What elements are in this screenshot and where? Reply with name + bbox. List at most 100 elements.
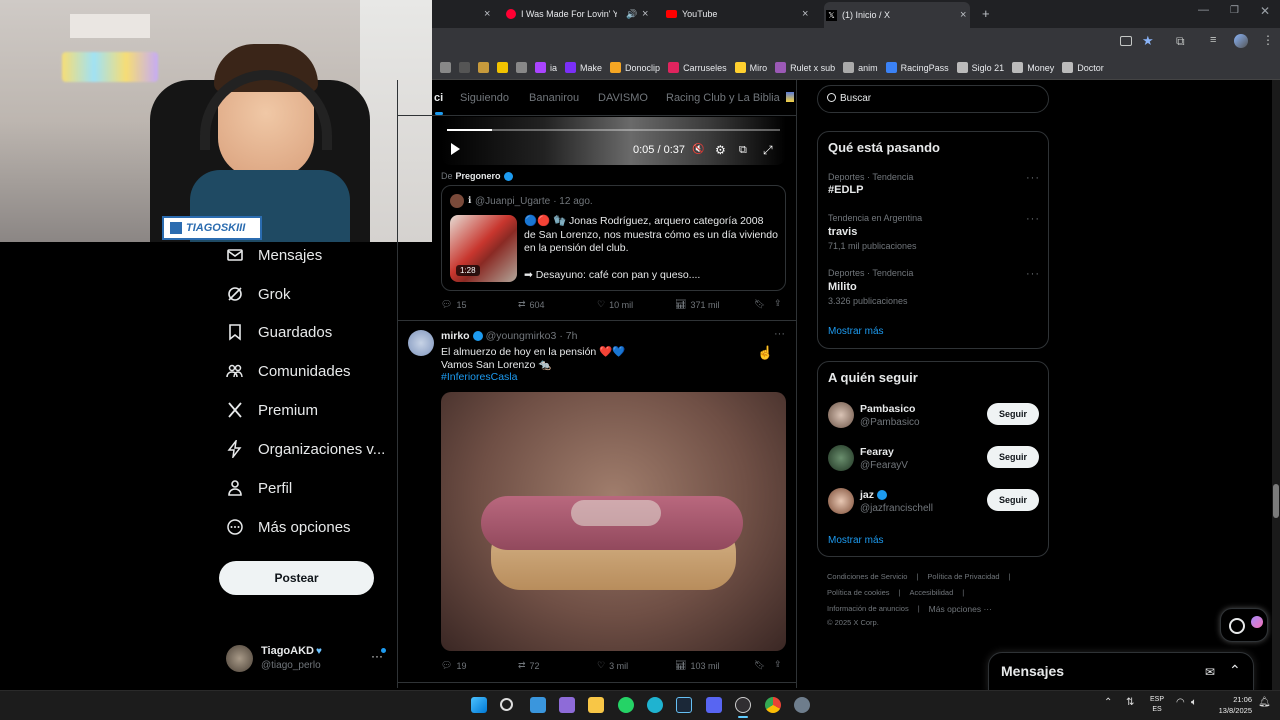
bookmark-item[interactable] xyxy=(478,62,489,73)
quote-source[interactable]: De Pregonero xyxy=(441,171,513,181)
search-box[interactable]: Buscar xyxy=(817,85,1049,113)
follow-button[interactable]: Seguir xyxy=(987,403,1039,425)
profile-avatar[interactable] xyxy=(1234,34,1248,48)
menu-icon[interactable]: ⋮ xyxy=(1262,33,1274,47)
pip-icon[interactable]: ⧉ xyxy=(739,144,747,157)
post-image[interactable] xyxy=(441,392,786,651)
post-author-name[interactable]: mirko xyxy=(441,330,470,342)
tab-youtube[interactable]: YouTube × xyxy=(666,4,812,24)
discord-icon[interactable] xyxy=(706,697,722,713)
bookmark-item[interactable]: anim xyxy=(843,62,878,73)
play-icon[interactable] xyxy=(451,143,460,155)
video-progress-track[interactable] xyxy=(447,129,780,131)
bookmark-item[interactable]: Make xyxy=(565,62,602,73)
bookmark-item[interactable]: Carruseles xyxy=(668,62,727,73)
more-icon[interactable]: ··· xyxy=(1026,213,1040,225)
footer-link[interactable]: Información de anuncios xyxy=(827,604,909,614)
follow-button[interactable]: Seguir xyxy=(987,489,1039,511)
views-button[interactable]: 📊︎ 371 mil xyxy=(675,299,719,310)
close-icon[interactable]: × xyxy=(802,8,808,20)
post-more-icon[interactable]: ··· xyxy=(774,328,785,340)
close-window-button[interactable]: ✕ xyxy=(1260,4,1270,18)
fullscreen-icon[interactable]: ⤢ xyxy=(763,143,773,158)
bookmark-item[interactable]: Miro xyxy=(734,62,767,73)
follow-button[interactable]: Seguir xyxy=(987,446,1039,468)
feed-tab[interactable]: Siguiendo xyxy=(460,92,509,104)
chevron-up-icon[interactable]: ⌃ xyxy=(1229,662,1241,679)
nav-item-premium[interactable]: Premium xyxy=(226,398,318,422)
bookmark-item[interactable] xyxy=(516,62,527,73)
notification-icon[interactable]: 🔔︎ xyxy=(1258,697,1271,708)
reply-button[interactable]: 💬︎ 19 xyxy=(441,660,466,671)
share-button[interactable]: ⇪ xyxy=(774,659,782,670)
account-switcher[interactable]: TiagoAKD ♥ @tiago_perlo ··· xyxy=(226,643,386,675)
like-button[interactable]: ♡ 3 mil xyxy=(597,660,628,671)
start-icon[interactable] xyxy=(471,697,487,713)
bookmark-item[interactable]: Money xyxy=(1012,62,1054,73)
more-icon[interactable]: ··· xyxy=(1026,268,1040,280)
folder-icon[interactable] xyxy=(588,697,604,713)
feed-tab[interactable]: Racing Club y La Biblia xyxy=(666,92,780,104)
scrollbar-thumb[interactable] xyxy=(1273,484,1279,518)
show-more-link[interactable]: Mostrar más xyxy=(828,326,884,337)
share-button[interactable]: ⇪ xyxy=(774,298,782,309)
bookmark-item[interactable] xyxy=(459,62,470,73)
footer-link[interactable]: Política de Privacidad xyxy=(927,572,999,581)
nav-item-guardados[interactable]: Guardados xyxy=(226,320,332,344)
messages-drawer[interactable]: Mensajes ✉ ⌃ xyxy=(988,652,1254,692)
nav-item-organizaciones[interactable]: Organizaciones v... xyxy=(226,437,385,461)
cast-icon[interactable] xyxy=(1120,36,1132,46)
feed-tab[interactable]: Bananirou xyxy=(529,92,579,104)
nav-item-mensajes[interactable]: Mensajes xyxy=(226,243,322,267)
obs-icon[interactable] xyxy=(735,697,751,713)
bookmark-button[interactable]: 🔖︎ xyxy=(754,660,765,671)
nav-item-perfil[interactable]: Perfil xyxy=(226,476,292,500)
quote-thumbnail[interactable]: 1:28 xyxy=(450,215,517,282)
footer-link[interactable]: Más opciones ··· xyxy=(929,604,992,614)
close-icon[interactable]: × xyxy=(642,8,648,20)
post-hashtag[interactable]: #InferioresCasla xyxy=(441,371,517,383)
bookmark-item[interactable]: ia xyxy=(535,62,557,73)
feed-tab[interactable]: ci xyxy=(434,92,443,104)
tray-chevron-icon[interactable]: ⌃ xyxy=(1104,697,1112,708)
repost-button[interactable]: ⇄ 72 xyxy=(518,660,540,671)
language-indicator[interactable]: ESP ES xyxy=(1150,695,1164,715)
new-message-icon[interactable]: ✉ xyxy=(1205,665,1215,679)
extensions-icon[interactable]: ⧉ xyxy=(1176,34,1185,49)
show-more-link[interactable]: Mostrar más xyxy=(828,535,884,546)
search-icon[interactable] xyxy=(500,698,513,711)
clock[interactable]: 21:06 13/8/2025 xyxy=(1210,694,1252,716)
settings-icon[interactable] xyxy=(794,697,810,713)
bookmark-item[interactable]: Doctor xyxy=(1062,62,1104,73)
bookmark-item[interactable]: Donoclip xyxy=(610,62,660,73)
tab-x[interactable]: 𝕏 (1) Inicio / X × xyxy=(824,2,970,28)
notepad-icon[interactable] xyxy=(530,697,546,713)
bookmark-item[interactable] xyxy=(440,62,451,73)
edge-icon[interactable] xyxy=(647,697,663,713)
star-icon[interactable]: ★ xyxy=(1142,33,1154,49)
settings-icon[interactable]: ⚙ xyxy=(715,143,726,157)
nav-item-comunidades[interactable]: Comunidades xyxy=(226,359,351,383)
more-icon[interactable]: ··· xyxy=(1026,172,1040,184)
footer-link[interactable]: Política de cookies xyxy=(827,588,890,597)
close-icon[interactable]: × xyxy=(960,9,966,21)
nav-item-grok[interactable]: Grok xyxy=(226,282,291,306)
bookmark-item[interactable]: Siglo 21 xyxy=(956,62,1004,73)
media-icon[interactable]: ≡ xyxy=(1210,34,1216,46)
new-tab-button[interactable]: + xyxy=(982,6,990,21)
video-player[interactable]: 0:05 / 0:37 🔇 ⚙ ⧉ ⤢ xyxy=(441,117,786,165)
like-button[interactable]: ♡ 10 mil xyxy=(597,299,633,310)
bookmark-button[interactable]: 🔖︎ xyxy=(754,299,765,310)
repost-button[interactable]: ⇄ 604 xyxy=(518,299,545,310)
footer-link[interactable]: Condiciones de Servicio xyxy=(827,572,907,581)
tab-music[interactable]: I Was Made For Lovin' You 🔊 × xyxy=(506,4,652,24)
wifi-icon[interactable]: ◠ xyxy=(1176,697,1185,708)
nav-item-más[interactable]: Más opciones xyxy=(226,515,351,539)
bookmark-item[interactable]: RacingPass xyxy=(885,62,949,73)
post-button[interactable]: Postear xyxy=(219,561,374,595)
page-scrollbar[interactable] xyxy=(1272,80,1280,690)
reply-button[interactable]: 💬︎ 15 xyxy=(441,299,466,310)
mute-icon[interactable]: 🔇 xyxy=(692,144,704,155)
bookmark-item[interactable]: Rulet x sub xyxy=(775,62,835,73)
chrome-icon[interactable] xyxy=(765,697,781,713)
